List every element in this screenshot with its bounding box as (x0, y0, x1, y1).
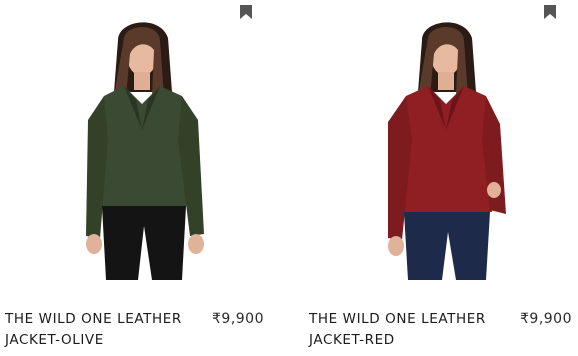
bookmark-icon[interactable] (239, 4, 253, 20)
product-price: ₹9,900 (520, 311, 572, 327)
product-image[interactable] (304, 0, 578, 292)
product-card[interactable]: THE WILD ONE LEATHER JACKET-RED ₹9,900 (304, 0, 578, 356)
model-photo (388, 22, 506, 280)
model-photo (86, 22, 204, 280)
product-image[interactable] (0, 0, 274, 292)
product-title[interactable]: THE WILD ONE LEATHER JACKET-OLIVE (5, 309, 205, 351)
bookmark-icon[interactable] (543, 4, 557, 20)
product-card[interactable]: THE WILD ONE LEATHER JACKET-OLIVE ₹9,900 (0, 0, 274, 356)
jacket-shape (400, 86, 492, 212)
product-grid: THE WILD ONE LEATHER JACKET-OLIVE ₹9,900 (0, 0, 578, 356)
product-price: ₹9,900 (212, 311, 264, 327)
product-title[interactable]: THE WILD ONE LEATHER JACKET-RED (309, 309, 509, 351)
jacket-shape (98, 86, 188, 206)
